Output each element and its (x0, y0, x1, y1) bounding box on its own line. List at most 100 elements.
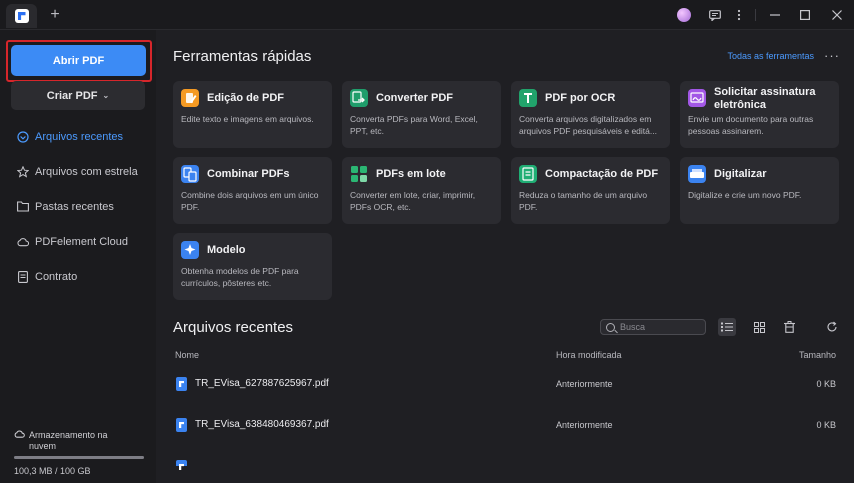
sidebar-item-contract[interactable]: Contrato (0, 259, 156, 294)
tool-card-title: Combinar PDFs (207, 168, 290, 180)
sidebar-item-label: Arquivos recentes (35, 130, 124, 143)
tool-card-title: PDF por OCR (545, 92, 616, 104)
scan-icon (688, 165, 706, 183)
sidebar-item-recent-files[interactable]: Arquivos recentes (0, 119, 156, 154)
grid-view-icon[interactable] (750, 318, 768, 336)
title-bar: + (0, 0, 854, 30)
star-icon (17, 165, 29, 178)
create-pdf-label: Criar PDF (46, 89, 98, 102)
pdf-file-icon (176, 460, 187, 466)
sidebar-item-recent-folders[interactable]: Pastas recentes (0, 189, 156, 224)
folder-icon (17, 201, 29, 213)
tool-card-title: Solicitar assinatura eletrônica (714, 86, 816, 111)
pdf-file-icon (176, 418, 187, 432)
ocr-icon (519, 89, 537, 107)
sidebar: Abrir PDF Criar PDF ⌄ Arquivos recentes … (0, 30, 156, 483)
file-modified: Anteriormente (556, 379, 613, 389)
tool-card-compress[interactable]: Compactação de PDF Reduza o tamanho de u… (511, 157, 670, 224)
esign-icon (688, 89, 706, 107)
tool-card-esign[interactable]: Solicitar assinatura eletrônica Envie um… (680, 81, 839, 148)
tool-card-combine[interactable]: Combinar PDFs Combine dois arquivos em u… (173, 157, 332, 224)
tool-card-description: Envie um documento para outras pessoas a… (688, 114, 814, 136)
search-input[interactable] (620, 322, 700, 332)
cloud-icon (14, 430, 25, 452)
compress-icon (519, 165, 537, 183)
table-row[interactable]: TR_EVisa_638480469367.pdf Anteriormente … (156, 406, 854, 446)
maximize-icon[interactable] (790, 0, 820, 30)
convert-pdf-icon (350, 89, 368, 107)
chevron-down-icon: ⌄ (102, 91, 110, 100)
pdfelement-logo-icon (14, 9, 29, 23)
storage-label: Armazenamento na nuvem (14, 430, 134, 452)
tool-card-description: Edite texto e imagens em arquivos. (181, 114, 314, 124)
tool-card-description: Obtenha modelos de PDF para currículos, … (181, 266, 299, 288)
tool-card-description: Reduza o tamanho de um arquivo PDF. (519, 190, 648, 212)
titlebar-divider (755, 9, 756, 21)
cloud-icon (17, 236, 29, 248)
tool-card-title: Compactação de PDF (545, 168, 659, 180)
sidebar-item-cloud[interactable]: PDFelement Cloud (0, 224, 156, 259)
tool-card-edit-pdf[interactable]: Edição de PDF Edite texto e imagens em a… (173, 81, 332, 148)
tool-card-batch[interactable]: PDFs em lote Converter em lote, criar, i… (342, 157, 501, 224)
main-content: Ferramentas rápidas Todas as ferramentas… (156, 30, 854, 483)
sidebar-item-label: PDFelement Cloud (35, 235, 128, 248)
tool-card-description: Combine dois arquivos em um único PDF. (181, 190, 319, 212)
tool-card-title: Digitalizar (714, 168, 767, 180)
file-size: 0 KB (816, 379, 836, 389)
open-pdf-button[interactable]: Abrir PDF (11, 45, 146, 76)
template-icon (181, 241, 199, 259)
refresh-icon[interactable] (823, 318, 841, 336)
tool-card-title: Edição de PDF (207, 92, 285, 104)
create-pdf-button[interactable]: Criar PDF ⌄ (11, 81, 145, 110)
edit-pdf-icon (181, 89, 199, 107)
all-tools-link[interactable]: Todas as ferramentas (727, 51, 814, 61)
tool-card-description: Digitalize e crie um novo PDF. (688, 190, 802, 200)
search-box[interactable] (600, 319, 706, 335)
tool-card-description: Converta PDFs para Word, Excel, PPT, etc… (350, 114, 478, 136)
sidebar-item-label: Pastas recentes (35, 200, 114, 213)
tool-card-description: Converter em lote, criar, imprimir, PDFs… (350, 190, 476, 212)
column-header-name[interactable]: Nome (175, 350, 199, 360)
window-controls (677, 0, 854, 30)
tool-card-convert-pdf[interactable]: Converter PDF Converta PDFs para Word, E… (342, 81, 501, 148)
list-view-icon[interactable] (718, 318, 736, 336)
pdf-file-icon (176, 377, 187, 391)
new-tab-button[interactable]: + (47, 6, 63, 24)
delete-icon[interactable] (780, 318, 798, 336)
tool-card-title: Modelo (207, 244, 246, 256)
sidebar-item-label: Arquivos com estrela (35, 165, 138, 178)
column-header-size[interactable]: Tamanho (799, 350, 836, 360)
contract-icon (17, 270, 29, 283)
tool-card-title: Converter PDF (376, 92, 454, 104)
messages-icon[interactable] (703, 0, 727, 30)
app-home-tab[interactable] (6, 4, 37, 28)
tool-card-title: PDFs em lote (376, 168, 446, 180)
more-options-icon[interactable]: ··· (824, 48, 840, 63)
recent-icon (17, 130, 29, 143)
minimize-icon[interactable] (760, 0, 790, 30)
batch-icon (350, 165, 368, 183)
tool-card-template[interactable]: Modelo Obtenha modelos de PDF para currí… (173, 233, 332, 300)
storage-progress-bar (14, 456, 144, 459)
file-size: 0 KB (816, 420, 836, 430)
file-name: TR_EVisa_638480469367.pdf (195, 419, 329, 430)
sidebar-item-starred-files[interactable]: Arquivos com estrela (0, 154, 156, 189)
file-modified: Anteriormente (556, 420, 613, 430)
tool-card-scan[interactable]: Digitalizar Digitalize e crie um novo PD… (680, 157, 839, 224)
quick-tools-title: Ferramentas rápidas (173, 48, 312, 65)
close-icon[interactable] (820, 0, 854, 30)
file-name: TR_EVisa_627887625967.pdf (195, 378, 329, 389)
more-options-icon[interactable] (727, 0, 751, 30)
user-avatar[interactable] (677, 8, 691, 22)
search-icon (606, 322, 615, 332)
column-header-modified[interactable]: Hora modificada (556, 350, 622, 360)
sidebar-item-label: Contrato (35, 270, 78, 283)
storage-progress-fill (14, 456, 144, 459)
tool-card-ocr[interactable]: PDF por OCR Converta arquivos digitaliza… (511, 81, 670, 148)
tool-card-description: Converta arquivos digitalizados em arqui… (519, 114, 657, 136)
combine-icon (181, 165, 199, 183)
storage-label-text: Armazenamento na nuvem (29, 430, 108, 451)
storage-usage-text: 100,3 MB / 100 GB (14, 466, 91, 476)
table-row[interactable]: TR_EVisa_627887625967.pdf Anteriormente … (156, 365, 854, 405)
recent-files-title: Arquivos recentes (173, 319, 294, 336)
